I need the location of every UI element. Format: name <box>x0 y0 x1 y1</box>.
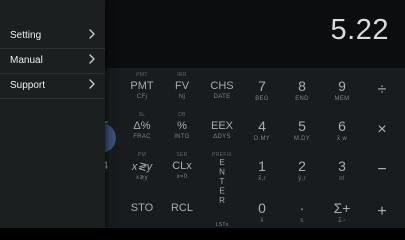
key-rcl-label: RCL <box>170 202 193 214</box>
menu-item-support-label: Support <box>10 80 46 91</box>
key-sto[interactable]: STO <box>120 192 164 226</box>
key-percent-top: DB <box>178 112 186 118</box>
key-3-sub: n! <box>339 176 345 182</box>
key-divide[interactable]: ÷ <box>360 70 404 104</box>
key-sigma-plus-label: Σ+ <box>333 200 351 216</box>
key-pmt[interactable]: PMT PMT CFj <box>120 70 164 104</box>
key-pmt-label: PMT <box>130 80 154 92</box>
key-decimal-sub: s <box>300 218 304 224</box>
key-4-label: 4 <box>258 118 266 134</box>
key-rcl[interactable]: RCL <box>160 192 204 226</box>
key-8-label: 8 <box>298 78 306 94</box>
key-1-label: 1 <box>258 158 266 174</box>
key-2-sub: ŷ,r <box>298 176 306 182</box>
key-1[interactable]: 1 x̂,r <box>240 150 284 184</box>
key-sto-label: STO <box>130 202 154 214</box>
key-8-sub: END <box>295 96 309 102</box>
key-subtract[interactable]: − <box>360 150 404 184</box>
menu-item-manual[interactable]: Manual <box>0 49 105 74</box>
multiply-icon: × <box>377 121 387 138</box>
key-fv-label: FV <box>174 80 190 92</box>
key-0[interactable]: 0 x̄ <box>240 192 284 226</box>
key-delta-percent-sub: FRAC <box>133 134 151 140</box>
key-chs[interactable]: CHS DATE <box>200 70 244 104</box>
key-3[interactable]: 3 n! <box>320 150 364 184</box>
display-value: 5.22 <box>330 14 389 46</box>
key-9-label: 9 <box>338 78 346 94</box>
key-6-sub: x̄ w <box>337 136 347 142</box>
menu-item-manual-label: Manual <box>10 55 43 66</box>
key-2-label: 2 <box>298 158 306 174</box>
key-fv[interactable]: IRR FV Nj <box>160 70 204 104</box>
key-0-label: 0 <box>258 200 266 216</box>
key-x-swap-y-top: PM <box>137 152 147 158</box>
key-delta-percent[interactable]: SL Δ% FRAC <box>120 110 164 144</box>
key-eex[interactable]: EEX ΔDYS <box>200 110 244 144</box>
key-clx-label: CLx <box>172 160 192 172</box>
key-2[interactable]: 2 ŷ,r <box>280 150 324 184</box>
key-delta-percent-label: Δ% <box>133 120 151 132</box>
minus-icon: − <box>377 161 387 178</box>
key-clx-top: SER <box>176 152 188 158</box>
key-percent[interactable]: DB % INTG <box>160 110 204 144</box>
key-0-sub: x̄ <box>260 218 264 224</box>
key-decimal-label: · <box>299 200 305 216</box>
menu-item-setting[interactable]: Setting <box>0 24 105 49</box>
key-5-sub: M.DY <box>293 136 311 142</box>
key-chs-sub: DATE <box>213 94 231 100</box>
key-fv-sub: Nj <box>178 94 186 100</box>
key-sigma-plus-sub: Σ− <box>338 218 346 224</box>
key-clx-sub: x=0 <box>176 174 188 180</box>
chevron-right-icon <box>89 79 95 89</box>
key-enter-sub: LSTx <box>215 222 229 228</box>
plus-icon: + <box>377 203 387 220</box>
chevron-right-icon <box>89 29 95 39</box>
key-delta-percent-top: SL <box>138 112 146 118</box>
key-6[interactable]: 6 x̄ w <box>320 110 364 144</box>
menu-item-setting-label: Setting <box>10 30 42 41</box>
key-pmt-sub: CFj <box>136 94 148 100</box>
key-clx[interactable]: SER CLx x=0 <box>160 150 204 184</box>
key-5[interactable]: 5 M.DY <box>280 110 324 144</box>
key-fv-top: IRR <box>177 72 187 78</box>
key-1-sub: x̂,r <box>258 176 266 182</box>
key-x-swap-y[interactable]: PM x≷y x≷y <box>120 150 164 184</box>
key-multiply[interactable]: × <box>360 110 404 144</box>
key-percent-label: % <box>177 120 187 132</box>
key-eex-sub: ΔDYS <box>213 134 231 140</box>
key-add[interactable]: + <box>360 192 404 226</box>
key-7-sub: BEG <box>255 96 269 102</box>
key-enter[interactable]: PREFIX ENTER LSTx <box>200 150 244 228</box>
menu-item-support[interactable]: Support <box>0 74 105 99</box>
key-x-swap-y-sub: x≷y <box>136 175 148 181</box>
divide-icon: ÷ <box>377 81 387 98</box>
key-decimal[interactable]: · s <box>280 192 324 226</box>
key-6-label: 6 <box>338 118 346 134</box>
key-percent-sub: INTG <box>174 134 190 140</box>
key-sigma-plus[interactable]: Σ+ Σ− <box>320 192 364 226</box>
key-7[interactable]: 7 BEG <box>240 70 284 104</box>
key-7-label: 7 <box>258 78 266 94</box>
key-pmt-top: PMT <box>136 72 148 78</box>
key-5-label: 5 <box>298 118 306 134</box>
key-8[interactable]: 8 END <box>280 70 324 104</box>
chevron-right-icon <box>89 54 95 64</box>
key-eex-label: EEX <box>210 120 233 132</box>
key-3-label: 3 <box>338 158 346 174</box>
key-4[interactable]: 4 D.MY <box>240 110 284 144</box>
key-9[interactable]: 9 MEM <box>320 70 364 104</box>
key-4-sub: D.MY <box>253 136 271 142</box>
menu-header-spacer <box>0 0 105 24</box>
key-chs-label: CHS <box>210 80 234 92</box>
key-x-swap-y-label: x≷y <box>131 161 153 173</box>
side-menu: Setting Manual Support <box>0 0 105 228</box>
key-9-sub: MEM <box>334 96 350 102</box>
key-enter-label: ENTER <box>217 158 227 206</box>
